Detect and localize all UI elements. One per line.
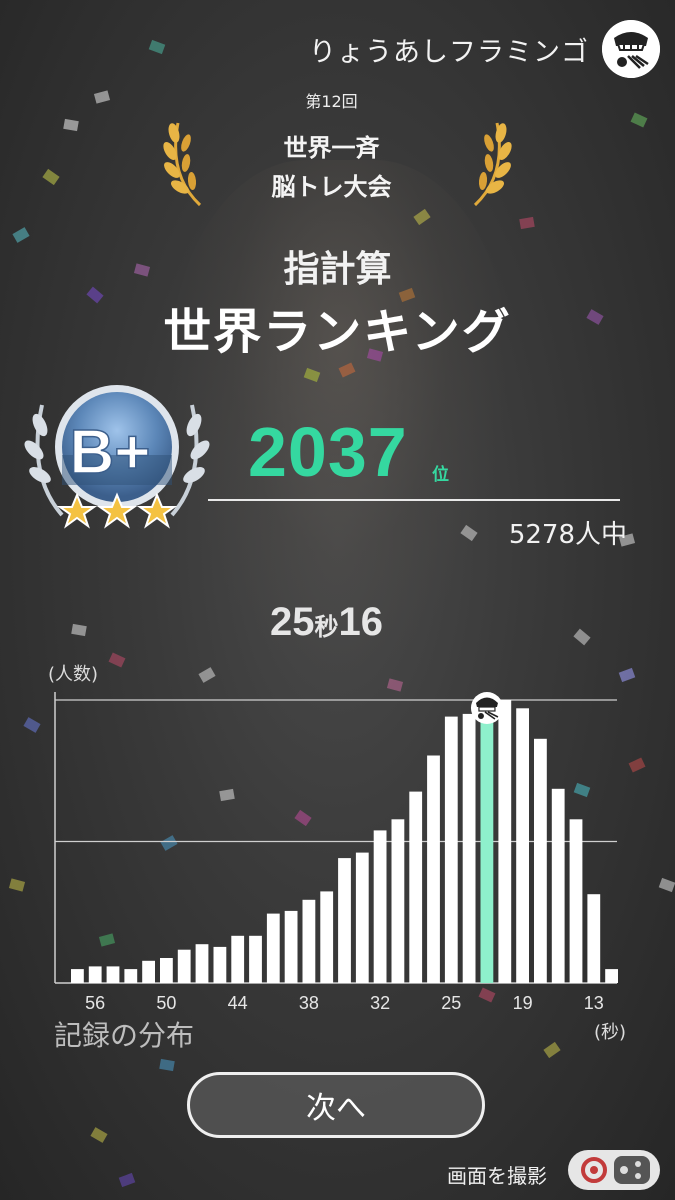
- distribution-bar: [177, 949, 191, 983]
- distribution-bar: [551, 788, 565, 983]
- player-bar: [480, 713, 494, 983]
- distribution-bar: [373, 830, 387, 983]
- distribution-bar: [338, 858, 351, 983]
- distribution-bar: [231, 935, 245, 983]
- player-marker-icon: [470, 692, 503, 724]
- distribution-bar: [355, 852, 369, 983]
- x-tick-label: 38: [299, 993, 319, 1013]
- distribution-bar: [409, 791, 423, 983]
- distribution-bar: [106, 966, 120, 983]
- distribution-bar: [88, 966, 102, 983]
- distribution-bar: [516, 708, 529, 983]
- x-tick-label: 25: [441, 993, 461, 1013]
- next-button[interactable]: 次へ: [187, 1072, 485, 1138]
- distribution-bar: [587, 894, 601, 983]
- distribution-bar: [195, 944, 209, 983]
- y-axis-label: (人数): [48, 664, 98, 685]
- distribution-bar: [71, 969, 84, 983]
- capture-screen-label[interactable]: 画面を撮影: [447, 1160, 547, 1189]
- x-tick-label: 32: [370, 993, 390, 1013]
- controller-icon[interactable]: [568, 1150, 660, 1190]
- distribution-bar: [534, 738, 547, 983]
- x-tick-label: 44: [228, 993, 248, 1013]
- distribution-bar: [391, 819, 405, 983]
- chart-title: 記録の分布: [54, 1019, 195, 1052]
- distribution-bar: [160, 958, 173, 983]
- distribution-bar: [605, 969, 618, 983]
- distribution-bar: [213, 946, 227, 983]
- distribution-bar: [302, 899, 316, 983]
- distribution-bar: [124, 969, 138, 983]
- x-tick-label: 50: [156, 993, 176, 1013]
- distribution-bar: [284, 910, 298, 983]
- x-tick-label: 19: [513, 993, 533, 1013]
- distribution-bar: [249, 935, 262, 983]
- x-tick-label: 13: [584, 993, 604, 1013]
- distribution-bar: [427, 755, 440, 983]
- distribution-bar: [142, 960, 155, 983]
- distribution-bar: [266, 913, 280, 983]
- distribution-bar: [444, 716, 458, 983]
- x-tick-label: 56: [85, 993, 105, 1013]
- distribution-bar: [569, 819, 583, 983]
- distribution-chart: 56 50 44 38 32 25 19 13 (人数) (秒): [48, 664, 626, 1043]
- distribution-bar: [462, 713, 476, 983]
- distribution-bar: [498, 700, 512, 983]
- distribution-bar: [320, 891, 334, 983]
- x-axis-label: (秒): [594, 1022, 626, 1043]
